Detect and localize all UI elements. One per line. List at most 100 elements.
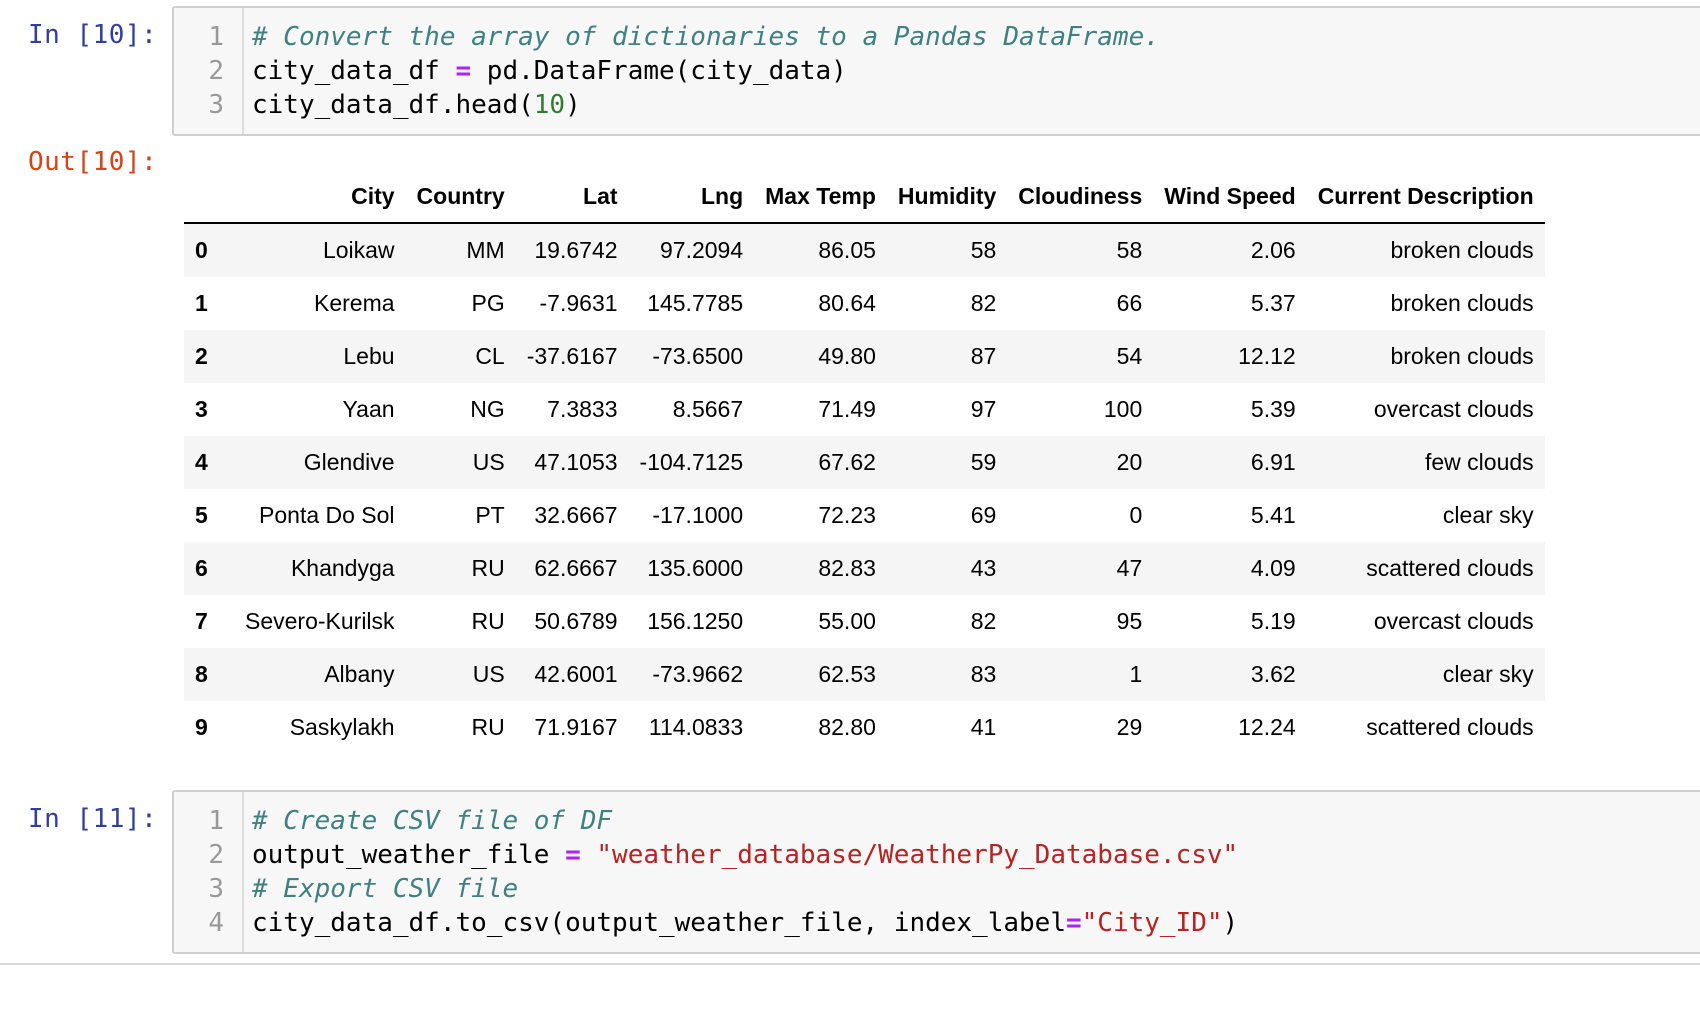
- table-cell: 67.62: [818, 449, 876, 475]
- table-cell: 0: [1129, 502, 1143, 528]
- table-cell: 29: [1116, 714, 1143, 740]
- code-line: 3 # Export CSV file: [174, 872, 1700, 906]
- table-cell: 7.3833: [547, 396, 618, 422]
- table-cell: 80.64: [818, 290, 876, 316]
- table-cell: few clouds: [1425, 449, 1534, 475]
- table-cell: 66: [1116, 290, 1143, 316]
- table-cell: overcast clouds: [1373, 396, 1534, 422]
- table-row: 1 Kerema PG -7.9631 145.7785 80.64 82 66 5.37 bro…: [184, 277, 1545, 330]
- table-cell: 71.49: [818, 396, 876, 422]
- column-header: Humidity: [886, 170, 1008, 224]
- code-text: # Convert the array of dictionaries to a…: [252, 20, 1160, 54]
- column-header: Lng: [628, 170, 755, 224]
- table-cell: 43: [970, 555, 997, 581]
- table-cell: Glendive: [303, 449, 395, 475]
- table-cell: 4.09: [1250, 555, 1296, 581]
- line-number: 1: [208, 806, 224, 836]
- code-text: # Export CSV file: [252, 872, 518, 906]
- code-line: 3 city_data_df.head(10): [174, 88, 1700, 122]
- table-cell: -104.7125: [639, 449, 744, 475]
- table-cell: Saskylakh: [289, 714, 395, 740]
- row-index: 2: [195, 343, 208, 369]
- row-index: 7: [195, 608, 208, 634]
- code-cell[interactable]: 1 # Convert the array of dictionaries to …: [172, 6, 1700, 136]
- table-header-row: City Country Lat Lng Max Temp Humidity Cloudin…: [184, 170, 1545, 224]
- table-cell: 82: [970, 290, 997, 316]
- table-cell: PT: [475, 502, 505, 528]
- table-cell: 145.7785: [647, 290, 744, 316]
- table-cell: 58: [1116, 237, 1143, 263]
- table-cell: 5.41: [1250, 502, 1296, 528]
- column-header: Lat: [515, 170, 629, 224]
- table-row: 2 Lebu CL -37.6167 -73.6500 49.80 87 54 12.12 bro…: [184, 330, 1545, 383]
- code-text: # Create CSV file of DF: [252, 804, 612, 838]
- table-cell: US: [472, 449, 505, 475]
- table-cell: 72.23: [818, 502, 876, 528]
- code-string: "City_ID": [1081, 908, 1223, 938]
- line-number: 2: [208, 840, 224, 870]
- table-cell: 41: [970, 714, 997, 740]
- table-cell: 59: [970, 449, 997, 475]
- line-number: 1: [208, 22, 224, 52]
- table-cell: PG: [471, 290, 505, 316]
- code-token: city_data_df.head(: [252, 90, 534, 120]
- table-cell: MM: [466, 237, 505, 263]
- table-cell: 114.0833: [648, 714, 744, 740]
- input-prompt: In [10]:: [28, 20, 158, 50]
- table-cell: 19.6742: [534, 237, 618, 263]
- table-cell: 55.00: [818, 608, 876, 634]
- table-cell: 32.6667: [534, 502, 618, 528]
- code-operator: =: [1065, 908, 1082, 938]
- column-header: Current Description: [1306, 170, 1545, 224]
- notebook-divider: [0, 963, 1700, 965]
- code-token: ): [565, 90, 581, 120]
- code-comment: # Convert the array of dictionaries to a…: [252, 22, 1160, 52]
- table-cell: 58: [970, 237, 997, 263]
- table-cell: 86.05: [818, 237, 876, 263]
- code-text: city_data_df.to_csv(output_weather_file,…: [252, 906, 1238, 940]
- table-cell: 87: [970, 343, 997, 369]
- code-cell[interactable]: 1 # Create CSV file of DF 2 output_weather_…: [172, 790, 1700, 954]
- row-index: 5: [195, 502, 208, 528]
- table-cell: Albany: [324, 661, 395, 687]
- table-cell: RU: [471, 608, 505, 634]
- table-cell: 82.83: [818, 555, 876, 581]
- table-cell: broken clouds: [1390, 237, 1534, 263]
- table-cell: -7.9631: [539, 290, 618, 316]
- table-cell: RU: [471, 714, 505, 740]
- table-cell: Severo-Kurilsk: [245, 608, 395, 634]
- code-line: 2 city_data_df = pd.DataFrame(city_data): [174, 54, 1700, 88]
- table-cell: -17.1000: [652, 502, 744, 528]
- table-cell: 71.9167: [534, 714, 618, 740]
- table-row: 7 Severo-Kurilsk RU 50.6789 156.1250 55.00 82 9…: [184, 595, 1545, 648]
- row-index: 0: [195, 237, 208, 263]
- input-prompt: In [11]:: [28, 804, 158, 834]
- table-cell: -73.9662: [652, 661, 744, 687]
- row-index: 1: [195, 290, 208, 316]
- table-cell: 49.80: [818, 343, 876, 369]
- table-cell: 69: [970, 502, 997, 528]
- table-cell: 62.6667: [534, 555, 618, 581]
- dataframe-table: City Country Lat Lng Max Temp Humidity Cloudin…: [184, 170, 1545, 754]
- table-cell: 47.1053: [534, 449, 618, 475]
- table-cell: 83: [970, 661, 997, 687]
- code-token: city_data_df.to_csv(output_weather_file,…: [252, 908, 1066, 938]
- table-cell: 5.39: [1250, 396, 1296, 422]
- table-row: 0 Loikaw MM 19.6742 97.2094 86.05 58 58 2.06 brok…: [184, 223, 1545, 277]
- column-header: Cloudiness: [1007, 170, 1154, 224]
- table-cell: 156.1250: [647, 608, 744, 634]
- table-cell: 95: [1116, 608, 1143, 634]
- code-string: "weather_database/WeatherPy_Database.csv…: [596, 840, 1239, 870]
- code-token: city_data_df: [252, 56, 456, 86]
- table-row: 8 Albany US 42.6001 -73.9662 62.53 83 1 3.62 clea…: [184, 648, 1545, 701]
- table-cell: US: [472, 661, 505, 687]
- table-cell: NG: [470, 396, 505, 422]
- code-operator: =: [565, 840, 581, 870]
- table-cell: 62.53: [818, 661, 876, 687]
- code-line: 1 # Convert the array of dictionaries to …: [174, 20, 1700, 54]
- table-row: 4 Glendive US 47.1053 -104.7125 67.62 59 20 6.91…: [184, 436, 1545, 489]
- table-row: 6 Khandyga RU 62.6667 135.6000 82.83 43 47 4.09 s…: [184, 542, 1545, 595]
- line-number: 4: [208, 908, 224, 938]
- table-cell: 135.6000: [647, 555, 744, 581]
- line-number: 2: [208, 56, 224, 86]
